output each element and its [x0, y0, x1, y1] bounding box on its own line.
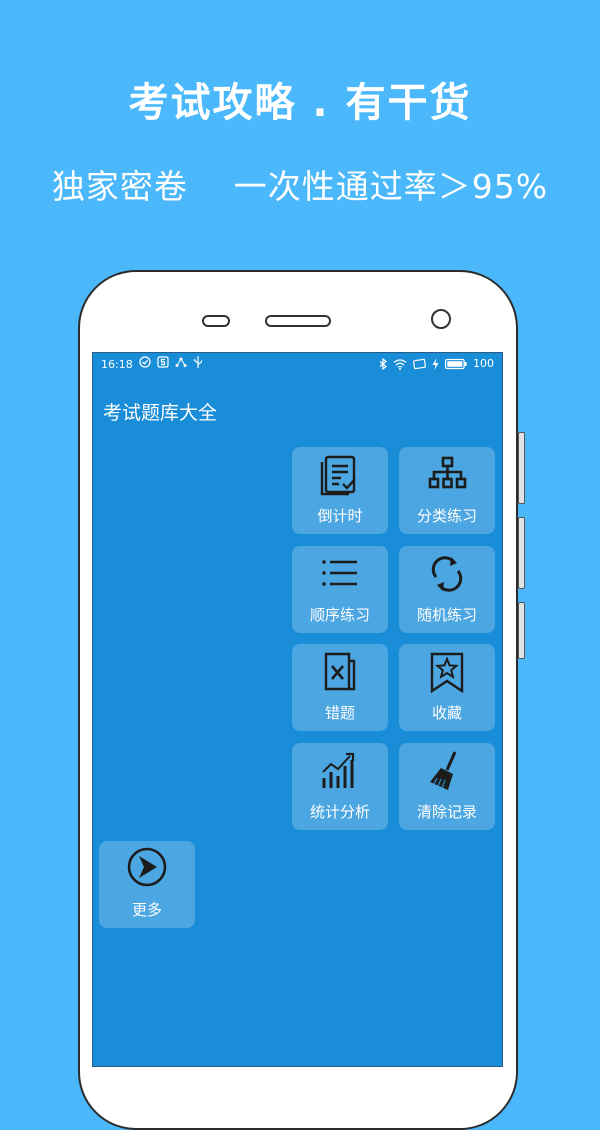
- tile-label: 更多: [131, 901, 162, 919]
- charging-icon: [432, 357, 439, 370]
- tile-favorites[interactable]: 收藏: [399, 644, 495, 731]
- wifi-icon: [393, 358, 407, 370]
- tile-label: 收藏: [431, 704, 462, 722]
- power-button: [518, 517, 525, 589]
- tile-category-practice[interactable]: 分类练习: [399, 447, 495, 534]
- share-icon: [175, 357, 187, 367]
- tile-label: 随机练习: [416, 606, 477, 624]
- tile-label: 统计分析: [309, 803, 370, 821]
- tile-statistics[interactable]: 统计分析: [292, 743, 388, 830]
- usb-icon: [193, 356, 203, 368]
- bluetooth-icon: [379, 357, 387, 370]
- tile-countdown[interactable]: 倒计时: [292, 447, 388, 534]
- list-icon: [322, 560, 357, 586]
- tile-random-practice[interactable]: 随机练习: [399, 546, 495, 633]
- battery-level: 100: [473, 357, 494, 370]
- status-bar: 16:18 100: [93, 353, 502, 377]
- status-time: 16:18: [101, 358, 133, 371]
- tile-more[interactable]: 更多: [99, 841, 195, 928]
- document-list-icon: [320, 455, 356, 496]
- earpiece-speaker: [265, 315, 331, 327]
- broom-icon: [430, 751, 457, 790]
- arrow-circle-icon: [127, 847, 167, 887]
- app-title: 考试题库大全: [103, 402, 218, 424]
- tile-label: 分类练习: [416, 507, 477, 525]
- refresh-icon: [431, 556, 463, 592]
- tile-label: 错题: [324, 704, 355, 722]
- tile-label: 倒计时: [317, 507, 363, 525]
- screen-icon: [413, 358, 426, 369]
- check-circle-icon: [139, 356, 151, 368]
- promo-headline: 考试攻略 . 有干货: [128, 80, 472, 126]
- tile-label: 清除记录: [416, 803, 477, 821]
- side-button: [518, 602, 525, 659]
- bar-chart-icon: [322, 752, 355, 788]
- tile-wrong-questions[interactable]: 错题: [292, 644, 388, 731]
- volume-button: [518, 432, 525, 504]
- battery-icon: [445, 358, 467, 369]
- hierarchy-icon: [428, 456, 467, 489]
- bookmark-star-icon: [430, 652, 464, 694]
- tile-sequential-practice[interactable]: 顺序练习: [292, 546, 388, 633]
- wrong-document-icon: [324, 652, 356, 691]
- app-screen: 16:18 100 考试题库大全 倒计时 分类练习 顺序练习 随机练习 错题 收…: [92, 352, 503, 1067]
- five-g-icon: [157, 356, 169, 368]
- proximity-sensor: [202, 315, 230, 327]
- tile-clear-records[interactable]: 清除记录: [399, 743, 495, 830]
- front-camera: [431, 309, 451, 329]
- promo-subline: 独家密卷 一次性通过率＞95%: [51, 167, 549, 206]
- tile-label: 顺序练习: [309, 606, 370, 624]
